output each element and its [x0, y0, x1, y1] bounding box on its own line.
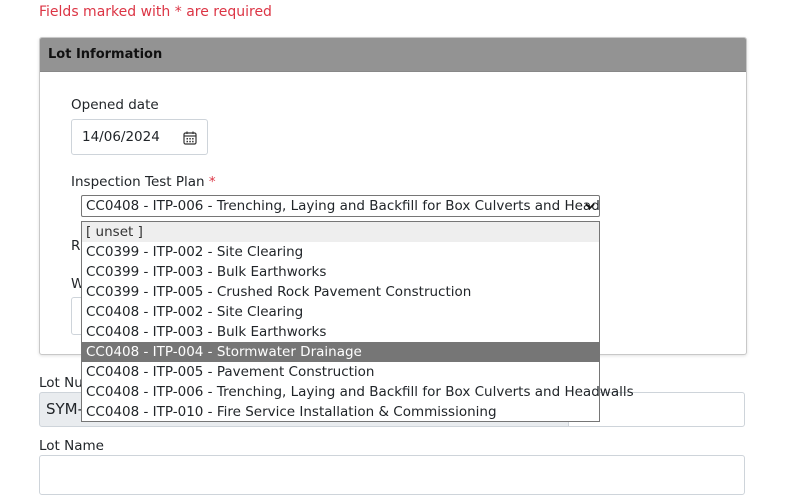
card-title: Lot Information [48, 47, 163, 62]
opened-date-label: Opened date [71, 97, 159, 113]
itp-select[interactable]: CC0408 - ITP-006 - Trenching, Laying and… [81, 195, 600, 217]
calendar-icon[interactable] [183, 131, 197, 145]
itp-selected-value: CC0408 - ITP-006 - Trenching, Laying and… [86, 198, 600, 214]
partial-r-label: R [71, 238, 81, 254]
option-cc0408-itp-003[interactable]: CC0408 - ITP-003 - Bulk Earthworks [82, 322, 599, 342]
option-cc0408-itp-006[interactable]: CC0408 - ITP-006 - Trenching, Laying and… [82, 382, 634, 402]
option-cc0399-itp-002[interactable]: CC0399 - ITP-002 - Site Clearing [82, 242, 599, 262]
option-cc0408-itp-002[interactable]: CC0408 - ITP-002 - Site Clearing [82, 302, 599, 322]
lot-number-label: Lot Nu [39, 375, 83, 391]
required-marker: * [208, 174, 216, 190]
option-cc0399-itp-005[interactable]: CC0399 - ITP-005 - Crushed Rock Pavement… [82, 282, 599, 302]
card-header: Lot Information [40, 38, 746, 72]
opened-date-value: 14/06/2024 [82, 129, 160, 145]
lot-name-label: Lot Name [39, 438, 104, 454]
option-cc0408-itp-010[interactable]: CC0408 - ITP-010 - Fire Service Installa… [82, 402, 599, 422]
option-cc0408-itp-004[interactable]: CC0408 - ITP-004 - Stormwater Drainage [82, 342, 599, 362]
chevron-down-icon [585, 203, 595, 210]
option-cc0399-itp-003[interactable]: CC0399 - ITP-003 - Bulk Earthworks [82, 262, 599, 282]
itp-dropdown-list[interactable]: [ unset ] CC0399 - ITP-002 - Site Cleari… [81, 221, 634, 422]
required-fields-note: Fields marked with * are required [39, 4, 272, 20]
itp-label-text: Inspection Test Plan [71, 174, 205, 190]
option-unset[interactable]: [ unset ] [82, 222, 599, 242]
opened-date-input[interactable]: 14/06/2024 [71, 119, 208, 155]
itp-label: Inspection Test Plan * [71, 174, 216, 190]
lot-name-input[interactable] [39, 455, 745, 495]
option-cc0408-itp-005[interactable]: CC0408 - ITP-005 - Pavement Construction [82, 362, 599, 382]
